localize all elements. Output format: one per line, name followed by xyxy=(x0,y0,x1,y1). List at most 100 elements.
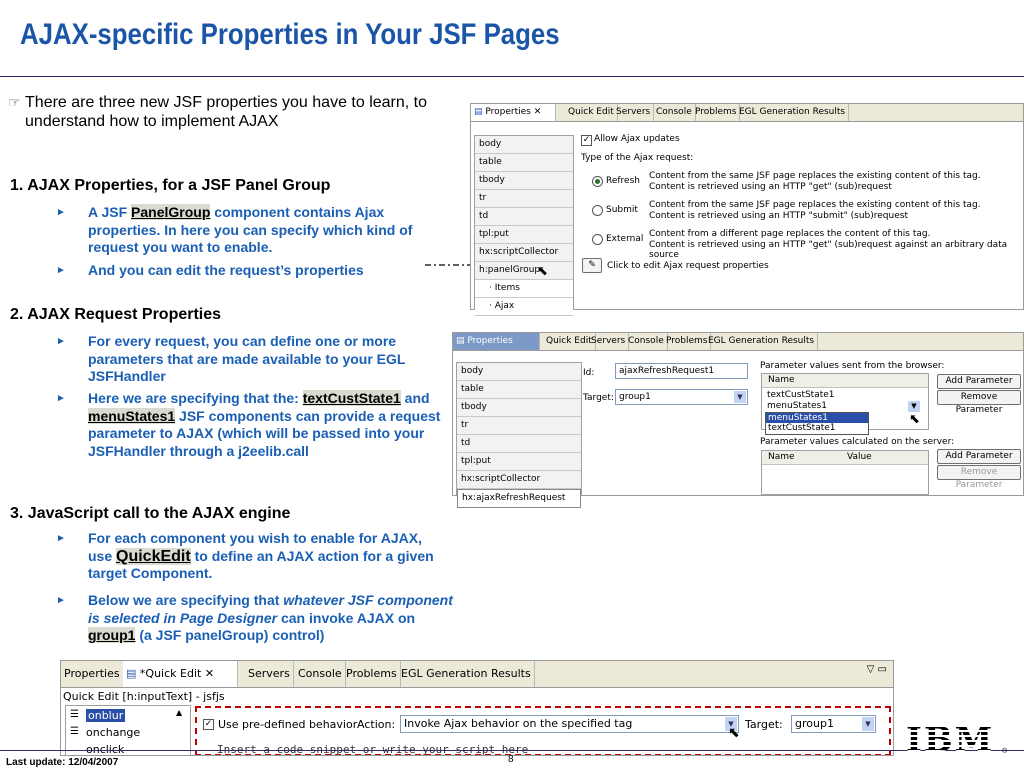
tab-properties[interactable]: ▤ Properties xyxy=(453,333,540,350)
tab-quick-edit[interactable]: ▤ *Quick Edit ✕ xyxy=(123,661,238,687)
section-heading-3: 3. JavaScript call to the AJAX engine xyxy=(10,505,291,522)
pointing-hand-icon: ☞ xyxy=(8,94,21,110)
target-label: Target: xyxy=(583,393,614,403)
edit-ajax-request-button[interactable]: ✎ xyxy=(582,258,602,273)
tab-servers[interactable]: Servers xyxy=(613,104,655,121)
properties-panel-ajax: ▤ Properties ✕ Quick Edit Servers Consol… xyxy=(470,103,1024,316)
event-onchange[interactable]: onchange xyxy=(86,726,140,739)
tab-console[interactable]: Console xyxy=(625,333,668,350)
properties-panel-request: ▤ Properties Quick Edit Servers Console … xyxy=(452,332,1024,508)
submit-radio[interactable] xyxy=(592,205,603,216)
page-number: 8 xyxy=(508,754,514,765)
tab-servers[interactable]: Servers xyxy=(245,661,294,687)
tree-item[interactable]: table xyxy=(475,154,573,172)
tab-problems[interactable]: Problems xyxy=(692,104,741,121)
tab-properties[interactable]: Properties xyxy=(61,661,124,687)
tree-item[interactable]: tbody xyxy=(457,399,581,417)
script-icon: ☰ xyxy=(70,726,79,737)
panel1-tree: body table tbody tr td tpl:put hx:script… xyxy=(474,135,574,316)
registered-mark: ® xyxy=(1002,748,1008,755)
tree-item[interactable]: h:panelGroup xyxy=(475,262,573,280)
events-list: onblur onchange onclick ☰ ☰ ▲ xyxy=(65,705,191,755)
id-label: Id: xyxy=(583,368,595,378)
allow-ajax-checkbox[interactable]: ✓ xyxy=(581,135,592,146)
tab-egl-results[interactable]: EGL Generation Results xyxy=(398,661,535,687)
target-select[interactable]: group1 ▼ xyxy=(791,715,876,733)
panelgroup-highlight: PanelGroup xyxy=(131,204,211,220)
action-select[interactable]: Invoke Ajax behavior on the specified ta… xyxy=(400,715,739,733)
server-params-table: Name Value xyxy=(761,450,929,495)
external-label: External xyxy=(606,234,644,244)
tab-problems[interactable]: Problems xyxy=(343,661,401,687)
tree-item[interactable]: hx:scriptCollector xyxy=(457,471,581,489)
intro: ☞ There are three new JSF properties you… xyxy=(8,93,458,131)
chevron-down-icon: ▼ xyxy=(862,717,874,731)
tab-console[interactable]: Console xyxy=(295,661,346,687)
scroll-up-icon[interactable]: ▲ xyxy=(176,708,182,717)
chevron-down-icon: ▼ xyxy=(734,391,746,403)
tab-properties[interactable]: ▤ Properties ✕ xyxy=(471,104,556,121)
tree-item[interactable]: td xyxy=(475,208,573,226)
name-column: Name xyxy=(768,452,795,462)
panel1-tabbar: ▤ Properties ✕ Quick Edit Servers Consol… xyxy=(471,104,1023,122)
id-input[interactable]: ajaxRefreshRequest1 xyxy=(615,363,748,379)
params-dropdown-list[interactable]: menuStates1 textCustState1 xyxy=(765,412,869,435)
tree-item[interactable]: table xyxy=(457,381,581,399)
submit-desc-1: Content from the same JSF page replaces … xyxy=(649,200,981,210)
refresh-desc-1: Content from the same JSF page replaces … xyxy=(649,171,981,181)
section-heading-2: 2. AJAX Request Properties xyxy=(10,306,222,323)
tree-item[interactable]: hx:scriptCollector xyxy=(475,244,573,262)
mouse-cursor-icon: ⬉ xyxy=(909,412,920,427)
remove-parameter-button-2[interactable]: Remove Parameter xyxy=(937,465,1021,490)
add-parameter-button[interactable]: Add Parameter xyxy=(937,374,1021,389)
panel2-tabbar: ▤ Properties Quick Edit Servers Console … xyxy=(453,333,1023,351)
panel3-tabbar: Properties ▤ *Quick Edit ✕ Servers Conso… xyxy=(61,661,893,688)
tree-item[interactable]: tr xyxy=(457,417,581,435)
tab-egl-results[interactable]: EGL Generation Results xyxy=(736,104,850,121)
tab-servers[interactable]: Servers xyxy=(588,333,630,350)
tree-item[interactable]: body xyxy=(457,363,581,381)
browser-params-table: Name textCustState1 menuStates1 ▼ menuSt… xyxy=(761,373,929,435)
use-predefined-checkbox[interactable]: ✓ xyxy=(203,719,214,730)
allow-ajax-label: Allow Ajax updates xyxy=(594,134,680,144)
add-parameter-button-2[interactable]: Add Parameter xyxy=(937,449,1021,464)
panel2-tree: body table tbody tr td tpl:put hx:script… xyxy=(456,362,582,508)
mouse-cursor-icon: ⬉ xyxy=(537,264,548,279)
tree-item[interactable]: td xyxy=(457,435,581,453)
tab-egl-results[interactable]: EGL Generation Results xyxy=(705,333,819,350)
submit-desc-2: Content is retrieved using an HTTP "subm… xyxy=(649,211,908,221)
mouse-cursor-icon: ⬉ xyxy=(728,725,740,741)
refresh-desc-2: Content is retrieved using an HTTP "get"… xyxy=(649,182,892,192)
footer-divider xyxy=(0,750,1024,751)
external-radio[interactable] xyxy=(592,234,603,245)
tree-item-ajax[interactable]: · Ajax xyxy=(475,298,573,316)
tree-item[interactable]: body xyxy=(475,136,573,154)
target-select[interactable]: group1 ▼ xyxy=(615,389,748,405)
action-label: Action: xyxy=(357,718,396,731)
tree-item[interactable]: tpl:put xyxy=(475,226,573,244)
section-heading-1: 1. AJAX Properties, for a JSF Panel Grou… xyxy=(10,177,331,194)
value-column: Value xyxy=(847,452,872,462)
tree-item[interactable]: tr xyxy=(475,190,573,208)
dropdown-item[interactable]: textCustState1 xyxy=(766,423,868,433)
server-params-label: Parameter values calculated on the serve… xyxy=(760,437,955,447)
edit-ajax-label: Click to edit Ajax request properties xyxy=(607,261,769,271)
quick-edit-panel: Properties ▤ *Quick Edit ✕ Servers Conso… xyxy=(60,660,894,756)
tree-item[interactable]: tpl:put xyxy=(457,453,581,471)
tree-item-items[interactable]: · Items xyxy=(475,280,573,298)
tab-console[interactable]: Console xyxy=(653,104,696,121)
chevron-down-icon[interactable]: ▼ xyxy=(908,401,920,412)
page-title: AJAX-specific Properties in Your JSF Pag… xyxy=(20,18,560,51)
tree-item-selected[interactable]: hx:ajaxRefreshRequest xyxy=(457,489,581,508)
edit-icon: ✎ xyxy=(588,260,596,270)
table-row[interactable]: menuStates1 xyxy=(767,401,827,411)
remove-parameter-button[interactable]: Remove Parameter xyxy=(937,390,1021,415)
dropdown-item[interactable]: menuStates1 xyxy=(766,413,868,423)
tab-quick-edit[interactable]: Quick Edit xyxy=(565,104,618,121)
use-predefined-label: Use pre-defined behavior xyxy=(218,718,358,731)
tree-item[interactable]: tbody xyxy=(475,172,573,190)
minimize-icon[interactable]: ▽ ▭ xyxy=(867,664,887,675)
refresh-radio[interactable] xyxy=(592,176,603,187)
event-onblur[interactable]: onblur xyxy=(86,709,126,722)
table-row[interactable]: textCustState1 xyxy=(767,390,835,400)
